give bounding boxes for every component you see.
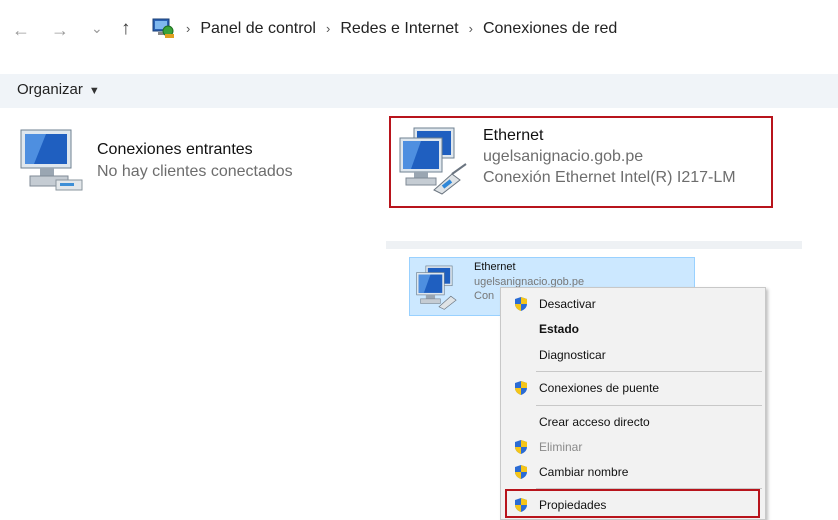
connection-name: Ethernet [474,261,516,273]
breadcrumb-separator: › [186,21,191,36]
menu-item-label: Crear acceso directo [539,415,650,429]
back-arrow-icon[interactable]: ← [12,21,30,39]
menu-item-eliminar: Eliminar [501,436,765,458]
connection-status: No hay clientes conectados [97,163,293,180]
control-panel-icon [152,18,174,38]
menu-item-label: Eliminar [539,440,583,454]
breadcrumb-conexiones-de-red[interactable]: Conexiones de red [483,20,617,37]
network-computer-icon [20,129,83,191]
up-arrow-icon[interactable]: ↑ [121,19,131,38]
menu-item-desactivar[interactable]: Desactivar [501,293,765,315]
divider-strip [386,241,802,249]
ethernet-network-icon [416,265,457,310]
organize-button[interactable]: Organizar ▼ [17,81,100,98]
connection-adapter: Con [474,290,495,302]
forward-arrow-icon[interactable]: → [51,21,69,39]
recent-locations-icon[interactable]: ⌄ [91,19,103,37]
incoming-connections-text: Conexiones entrantes No hay clientes con… [97,141,293,181]
ethernet-highlight-box [389,116,773,208]
breadcrumb-separator[interactable]: › [469,21,473,36]
menu-item-label: Estado [539,322,580,336]
menu-separator [536,371,762,372]
shield-icon [515,465,527,479]
menu-separator [536,405,762,406]
menu-item-label: Diagnosticar [539,348,606,362]
context-menu: Desactivar Estado Diagnosticar Conexione… [500,287,766,520]
breadcrumb-redes-e-internet[interactable]: Redes e Internet [340,20,458,37]
shield-icon [515,297,527,311]
propiedades-highlight-box [505,489,760,518]
caret-down-icon: ▼ [88,85,100,97]
menu-item-estado[interactable]: Estado [501,318,765,340]
menu-item-diagnosticar[interactable]: Diagnosticar [501,344,765,366]
menu-item-label: Desactivar [539,297,596,311]
breadcrumb-panel-de-control[interactable]: Panel de control [200,20,316,37]
shield-icon [515,381,527,395]
menu-item-cambiar-nombre[interactable]: Cambiar nombre [501,461,765,483]
breadcrumb: › Panel de control › Redes e Internet › Conex… [186,20,617,38]
menu-item-label: Conexiones de puente [539,381,660,395]
menu-item-conexiones-de-puente[interactable]: Conexiones de puente [501,377,765,399]
menu-item-label: Cambiar nombre [539,465,629,479]
connection-name: Conexiones entrantes [97,141,253,158]
breadcrumb-separator[interactable]: › [326,21,330,36]
address-bar: ← → ⌄ ↑ › Panel de control › Redes e Intern… [0,0,838,62]
organize-label: Organizar [17,81,83,98]
command-bar: Organizar ▼ [0,74,838,108]
menu-item-crear-acceso-directo[interactable]: Crear acceso directo [501,411,765,433]
shield-icon [515,440,527,454]
